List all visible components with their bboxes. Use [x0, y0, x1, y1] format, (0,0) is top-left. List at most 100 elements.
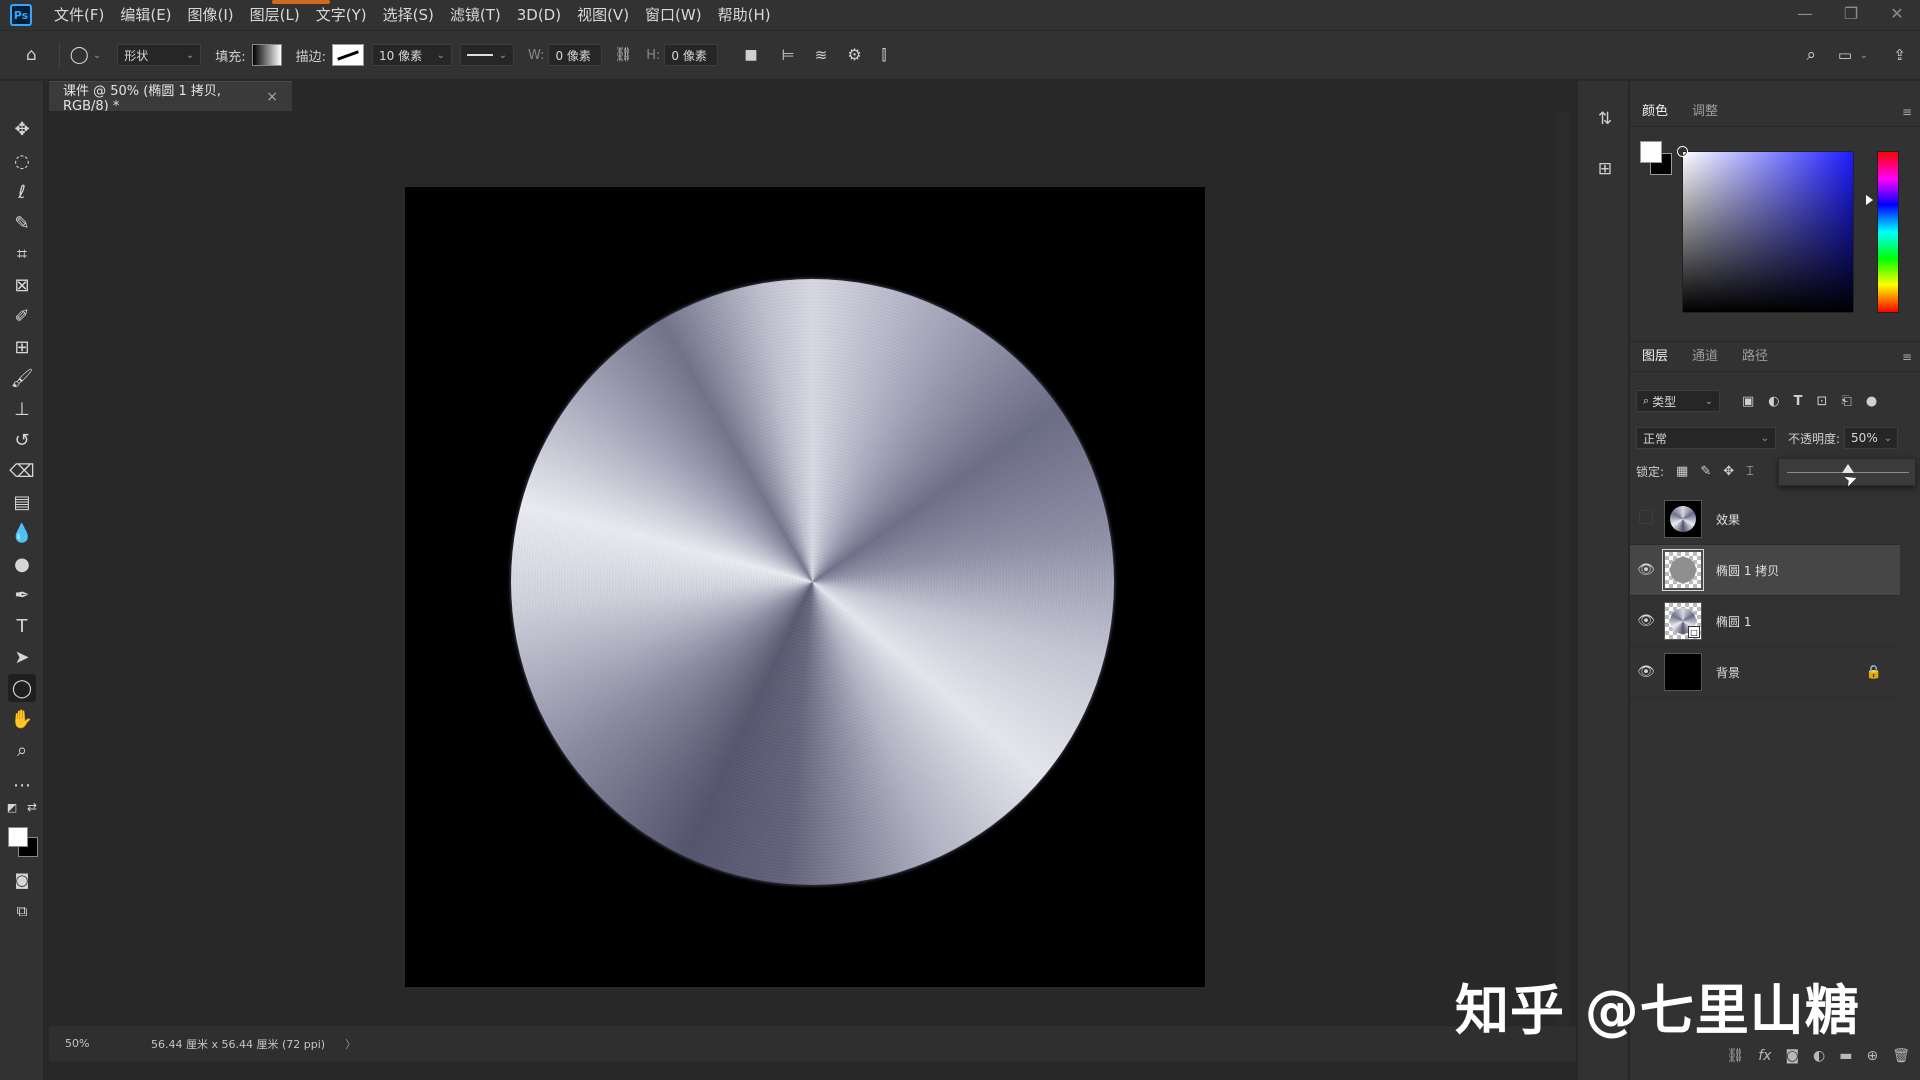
type-filter-icon[interactable]: T — [1794, 394, 1803, 409]
marquee-tool-icon[interactable]: ◌ — [8, 147, 36, 175]
default-colors-icon[interactable]: ◩ — [2, 797, 22, 817]
menu-image[interactable]: 图像(I) — [180, 0, 242, 30]
hand-tool-icon[interactable]: ✋ — [8, 705, 36, 733]
panel-menu-icon[interactable]: ≡ — [1902, 105, 1912, 119]
swap-colors-icon[interactable]: ⇄ — [22, 797, 42, 817]
width-input[interactable]: 0 像素 — [548, 44, 603, 66]
lock-icon[interactable]: 🔒 — [1866, 665, 1882, 680]
pixel-filter-icon[interactable]: ▣ — [1742, 394, 1754, 409]
menu-window[interactable]: 窗口(W) — [637, 0, 710, 30]
minimize-button[interactable]: — — [1782, 0, 1828, 26]
status-menu-arrow[interactable]: 〉 — [345, 1036, 356, 1052]
tab-paths[interactable]: 路径 — [1730, 342, 1780, 372]
visibility-toggle[interactable] — [1630, 510, 1662, 528]
link-icon[interactable]: ⛓ — [614, 48, 632, 62]
zoom-level[interactable]: 50% — [49, 1037, 139, 1050]
healing-brush-tool-icon[interactable]: ⊞ — [8, 333, 36, 361]
saturation-value-field[interactable] — [1678, 147, 1854, 313]
document-tab[interactable]: 课件 @ 50% (椭圆 1 拷贝, RGB/8) * × — [49, 81, 292, 114]
menu-edit[interactable]: 编辑(E) — [112, 0, 179, 30]
gradient-tool-icon[interactable]: ▤ — [8, 488, 36, 516]
new-layer-icon[interactable]: ⊕ — [1866, 1048, 1878, 1064]
share-icon[interactable]: ⇪ — [1893, 47, 1906, 63]
path-alignment-icon[interactable]: ⊨ — [782, 47, 795, 63]
tab-color[interactable]: 颜色 — [1630, 97, 1680, 127]
blur-tool-icon[interactable]: 💧 — [8, 519, 36, 547]
lock-transparent-icon[interactable]: ▦ — [1676, 464, 1688, 479]
menu-type[interactable]: 文字(Y) — [308, 0, 375, 30]
fx-icon[interactable]: fx — [1758, 1048, 1771, 1064]
more-tools-icon[interactable]: ⋯ — [8, 771, 36, 799]
adjustment-filter-icon[interactable]: ◐ — [1768, 394, 1779, 409]
panel-menu-icon[interactable]: ≡ — [1902, 350, 1912, 364]
add-mask-icon[interactable]: ◙ — [1785, 1048, 1799, 1064]
libraries-panel-icon[interactable]: ⊞ — [1593, 157, 1617, 181]
foreground-color-swatch[interactable] — [8, 827, 28, 847]
height-input[interactable]: 0 像素 — [664, 44, 719, 66]
path-operations-icon[interactable]: ■ — [744, 48, 757, 62]
shape-filter-icon[interactable]: ⊡ — [1817, 394, 1828, 409]
lock-artboard-icon[interactable]: ⌶ — [1746, 464, 1754, 479]
foreground-swatch[interactable] — [1640, 141, 1662, 163]
new-group-icon[interactable]: ▬ — [1839, 1048, 1852, 1064]
close-button[interactable]: ✕ — [1874, 0, 1920, 26]
home-icon[interactable]: ⌂ — [26, 46, 37, 64]
smart-object-filter-icon[interactable]: ⎗ — [1841, 394, 1851, 409]
lock-image-icon[interactable]: ✎ — [1700, 464, 1711, 479]
opacity-slider-popup[interactable]: ➤ — [1778, 458, 1916, 491]
gear-icon[interactable]: ⚙ — [847, 47, 861, 63]
layer-row[interactable]: 效果 — [1630, 494, 1900, 545]
eye-icon[interactable]: 👁 — [1630, 664, 1662, 680]
eye-icon[interactable]: 👁 — [1630, 613, 1662, 629]
lock-position-icon[interactable]: ✥ — [1723, 464, 1734, 479]
vertical-scrollbar[interactable] — [1556, 111, 1570, 1026]
history-brush-tool-icon[interactable]: ↺ — [8, 426, 36, 454]
stroke-width-dropdown[interactable]: 10 像素 ⌄ — [372, 44, 452, 66]
menu-view[interactable]: 视图(V) — [569, 0, 637, 30]
menu-select[interactable]: 选择(S) — [375, 0, 442, 30]
tab-layers[interactable]: 图层 — [1630, 342, 1680, 372]
frame-tool-icon[interactable]: ⊠ — [8, 271, 36, 299]
shape-mode-dropdown[interactable]: 形状 ⌄ — [117, 44, 202, 66]
eyedropper-tool-icon[interactable]: ✐ — [8, 302, 36, 330]
quick-select-tool-icon[interactable]: ✎ — [8, 209, 36, 237]
align-edges-icon[interactable]: ⫿ — [882, 47, 887, 63]
move-tool-icon[interactable]: ✥ — [8, 115, 36, 143]
hue-slider[interactable] — [1877, 151, 1899, 313]
adjustment-layer-icon[interactable]: ◐ — [1813, 1048, 1825, 1064]
history-panel-icon[interactable]: ⇅ — [1593, 107, 1617, 131]
menu-file[interactable]: 文件(F) — [46, 0, 112, 30]
tab-channels[interactable]: 通道 — [1680, 342, 1730, 372]
crop-tool-icon[interactable]: ⌗ — [8, 240, 36, 268]
zoom-tool-icon[interactable]: ⌕ — [8, 736, 36, 764]
search-icon[interactable]: ⌕ — [1806, 46, 1816, 64]
layer-row[interactable]: 👁 背景 🔒 — [1630, 647, 1900, 698]
quick-mask-icon[interactable]: ◙ — [8, 866, 36, 894]
stroke-type-dropdown[interactable]: ⌄ — [460, 44, 514, 66]
link-layers-icon[interactable]: ⛓ — [1726, 1048, 1744, 1064]
color-picker-marker[interactable] — [1678, 147, 1687, 156]
close-icon[interactable]: × — [266, 89, 278, 105]
tab-adjustments[interactable]: 调整 — [1680, 97, 1730, 127]
lasso-tool-icon[interactable]: ℓ — [8, 178, 36, 206]
restore-button[interactable]: ❐ — [1828, 0, 1874, 26]
type-tool-icon[interactable]: T — [8, 612, 36, 640]
screen-mode-icon[interactable]: ⧉ — [8, 897, 36, 925]
fill-swatch[interactable] — [251, 44, 282, 66]
ellipse-tool-icon[interactable]: ◯ — [8, 674, 36, 702]
pen-tool-icon[interactable]: ✒ — [8, 581, 36, 609]
hue-marker[interactable] — [1866, 195, 1873, 205]
blend-mode-dropdown[interactable]: 正常 ⌄ — [1636, 427, 1776, 449]
chevron-down-icon[interactable]: ⌄ — [93, 50, 101, 61]
ellipse-tool-preset-icon[interactable]: ◯ — [70, 46, 89, 64]
menu-help[interactable]: 帮助(H) — [710, 0, 779, 30]
dodge-tool-icon[interactable]: ● — [8, 550, 36, 578]
layer-row[interactable]: 👁 椭圆 1 拷贝 — [1630, 545, 1900, 596]
workspace-icon[interactable]: ▭ — [1838, 47, 1852, 63]
trash-icon[interactable]: 🗑 — [1892, 1048, 1910, 1064]
brush-tool-icon[interactable]: 🖌 — [8, 364, 36, 392]
path-selection-tool-icon[interactable]: ➤ — [8, 643, 36, 671]
eraser-tool-icon[interactable]: ⌫ — [8, 457, 36, 485]
menu-layer[interactable]: 图层(L) — [242, 0, 330, 30]
opacity-input[interactable]: 50% ⌄ — [1844, 427, 1899, 449]
